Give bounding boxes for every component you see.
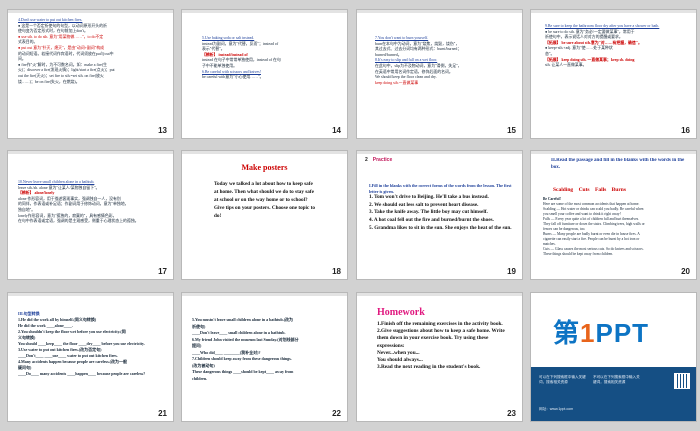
line: 在句中作表语或定语，强调的是主观感受，侧重于心理状态上的孤独。 [18, 219, 139, 224]
line: sth. 让某人一直做某事。 [545, 63, 587, 68]
word-item: Burns [611, 187, 627, 193]
slide-number: 16 [681, 126, 690, 135]
homework-list: 1.Finish off the remaining exercises in … [377, 321, 512, 371]
info-column: 不可以在下列搜索框中输入关键词，搜索相关资源 [593, 375, 640, 384]
passage: Be Careful! Here are some of the most co… [543, 197, 693, 271]
slide-number: 14 [332, 126, 341, 135]
line: keep doing sth.一直做某事 [375, 80, 419, 85]
slide-body: Today we talked a lot about how to keep … [214, 181, 315, 219]
list-item: 1.Finish off the remaining exercises in … [377, 321, 503, 327]
list-item: You should always... [377, 357, 423, 364]
slide-text: 5.You mustn't leave small children alone… [192, 317, 344, 407]
practice-badge: 2 Practice [365, 157, 392, 163]
slide-top-strip [531, 151, 696, 154]
slide-number: 18 [332, 267, 341, 276]
list-item: 5. Grandma likes to sit in the sun. She … [369, 224, 512, 231]
info-column: 网址：www.1ppt.com [539, 407, 574, 411]
slide-14[interactable]: 5.Use baking soda or salt instead. inste… [181, 9, 348, 139]
slide-15[interactable]: 7.You don't want to burn yourself. burn在… [356, 9, 523, 139]
logo-part: 第 [553, 318, 581, 348]
slide-16[interactable]: 9.Be sure to keep the bathroom floor dry… [530, 9, 697, 139]
list-item: 2.Give suggestions about how to keep a s… [377, 328, 505, 349]
qr-code-icon [674, 373, 690, 389]
slide-text: I.Fill in the blanks with the correct fo… [369, 183, 515, 268]
logo-part: 1 [580, 318, 596, 348]
slide-top-strip [182, 151, 347, 154]
slide-21[interactable]: III.句型转换 1.He did the work all by himsel… [7, 292, 174, 422]
slide-top-strip [531, 10, 696, 13]
slide-top-strip [357, 151, 522, 154]
slide-title: II.Read the passage and fill in the blan… [551, 158, 685, 170]
slide-top-strip [357, 10, 522, 13]
list-item: Never...when you... [377, 349, 420, 356]
ppt-logo: 第1PPT [553, 313, 649, 350]
slide-18[interactable]: Make posters Today we talked a lot about… [181, 150, 348, 280]
slide-text: 5.Use baking soda or salt instead. inste… [202, 36, 342, 126]
slide-top-strip [8, 151, 173, 154]
word-box: Scalding Cuts Falls Burns [553, 187, 626, 193]
slide-23[interactable]: Homework 1.Finish off the remaining exer… [356, 292, 523, 422]
slide-text: 10.Never leave small children alone in a… [18, 180, 168, 270]
slide-top-strip [357, 293, 522, 296]
slide-number: 19 [507, 267, 516, 276]
slide-number: 21 [158, 409, 167, 418]
slide-22[interactable]: 5.You mustn't leave small children alone… [181, 292, 348, 422]
word-item: Scalding [553, 187, 574, 193]
slide-top-strip [8, 10, 173, 13]
slide-heading: II.Read the passage and fill in the blan… [551, 158, 691, 172]
word-item: Cuts [578, 187, 590, 193]
line: These things should be kept away from ch… [543, 252, 614, 256]
slide-text: 7.You don't want to burn yourself. burn在… [375, 36, 515, 126]
list-item: 3. Take the knife away. The little boy m… [369, 209, 488, 216]
info-column: 可以在下列搜索框中输入关键词，搜索相关资源 [539, 375, 586, 384]
slide-20[interactable]: II.Read the passage and fill in the blan… [530, 150, 697, 280]
slide-number: 20 [681, 267, 690, 276]
slide-13[interactable]: 4.Don't use water to put out kitchen fir… [7, 9, 174, 139]
slide-number: 22 [332, 409, 341, 418]
slide-top-strip [182, 293, 347, 296]
slide-number: 17 [158, 267, 167, 276]
slide-number: 23 [507, 409, 516, 418]
line: be careful with意为"小心使用……"。 [202, 75, 264, 80]
slide-title: Homework [377, 307, 425, 318]
slide-top-strip [182, 10, 347, 13]
slide-number: 13 [158, 126, 167, 135]
logo-part: PPT [595, 318, 650, 348]
line: ____Do____ many accidents ____happen____… [18, 371, 146, 376]
slide-text: III.句型转换 1.He did the work all by himsel… [18, 311, 170, 411]
slide-17[interactable]: 10.Never leave small children alone in a… [7, 150, 174, 280]
badge-label: Practice [372, 157, 393, 163]
badge-number: 2 [365, 157, 368, 163]
slide-19[interactable]: 2 Practice I.Fill in the blanks with the … [356, 150, 523, 280]
list-item: 1. Tom won't drive to Beijing. He'll tak… [369, 194, 489, 201]
slide-text: 9.Be sure to keep the bathroom floor dry… [545, 24, 691, 124]
slide-24[interactable]: 第1PPT 可以在下列搜索框中输入关键词，搜索相关资源 不可以在下列搜索框中输入… [530, 292, 697, 422]
list-item: 2. We should eat less salt to prevent he… [369, 201, 479, 208]
slide-title: I.Fill in the blanks with the correct fo… [369, 183, 512, 194]
list-item: 3.Read the next reading in the student's… [377, 364, 481, 371]
word-item: Falls [594, 187, 607, 193]
slide-number: 15 [507, 126, 516, 135]
slide-top-strip [8, 293, 173, 296]
slide-title: Make posters [241, 163, 288, 172]
line: 烧……)；be on fire(失火，在燃烧)。 [18, 79, 80, 84]
slide-text: 4.Don't use water to put out kitchen fir… [18, 18, 168, 128]
info-band: 可以在下列搜索框中输入关键词，搜索相关资源 不可以在下列搜索框中输入关键词，搜索… [531, 367, 696, 421]
list-item: 4. A hot coal fell out the fire and burn… [369, 216, 494, 223]
line: children. [192, 375, 208, 381]
